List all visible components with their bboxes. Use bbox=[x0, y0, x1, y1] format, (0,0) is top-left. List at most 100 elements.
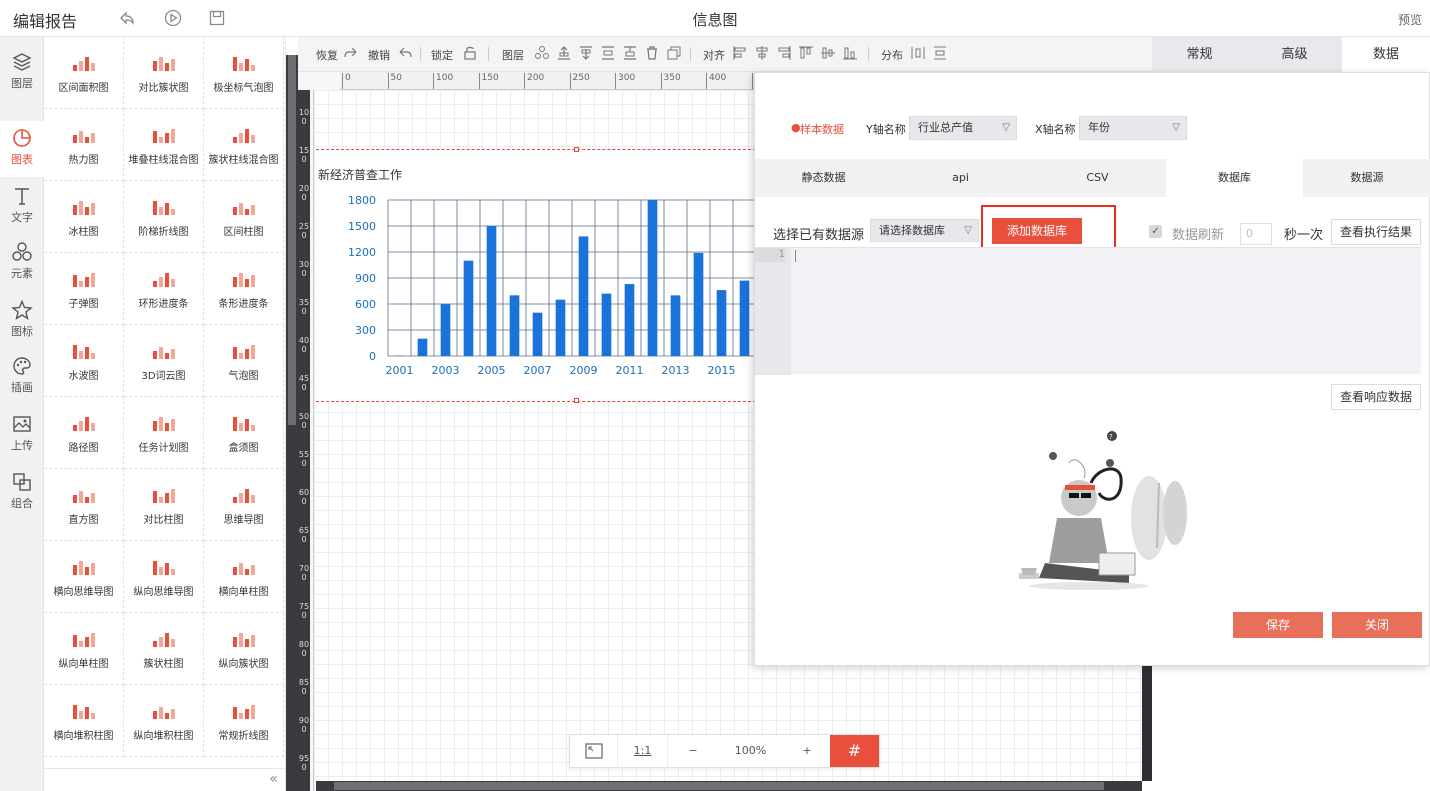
view-response-button[interactable]: 查看响应数据 bbox=[1331, 384, 1421, 410]
chart-type-item[interactable]: 对比柱图 bbox=[124, 469, 204, 541]
tab-database[interactable]: 数据库 bbox=[1166, 159, 1303, 197]
preview-button[interactable]: 预览 bbox=[1398, 11, 1422, 28]
collapse-icon[interactable]: « bbox=[269, 771, 278, 787]
bar[interactable] bbox=[624, 284, 635, 356]
bar[interactable] bbox=[578, 236, 589, 356]
chart-type-item[interactable]: 纵向思维导图 bbox=[124, 541, 204, 613]
bar[interactable] bbox=[532, 312, 543, 356]
chart-type-item[interactable]: 环形进度条 bbox=[124, 253, 204, 325]
chart-type-item[interactable]: 阶梯折线图 bbox=[124, 181, 204, 253]
align-top-icon[interactable] bbox=[798, 45, 814, 61]
sample-data-link[interactable]: 样本数据 bbox=[800, 121, 844, 137]
chart-type-item[interactable]: 横向思维导图 bbox=[44, 541, 124, 613]
align-right-icon[interactable] bbox=[776, 45, 792, 61]
collapse-bar[interactable]: « bbox=[44, 768, 285, 791]
bring-top-icon[interactable] bbox=[556, 45, 572, 61]
nav-layers[interactable]: 图层 bbox=[0, 45, 44, 101]
copy-icon[interactable] bbox=[666, 45, 682, 61]
undo-label[interactable]: 撤销 bbox=[368, 47, 390, 63]
align-middle-icon[interactable] bbox=[820, 45, 836, 61]
chart-type-item[interactable]: 直方图 bbox=[44, 469, 124, 541]
chart-type-item[interactable]: 簇状柱线混合图 bbox=[204, 109, 284, 181]
bar[interactable] bbox=[417, 338, 428, 356]
distribute-h-icon[interactable] bbox=[910, 45, 926, 61]
gallery-scrollbar[interactable] bbox=[286, 55, 298, 791]
chart-type-item[interactable]: 思维导图 bbox=[204, 469, 284, 541]
nav-charts[interactable]: 图表 bbox=[0, 121, 44, 177]
bar[interactable] bbox=[440, 304, 451, 356]
nav-elements[interactable]: 元素 bbox=[0, 235, 44, 291]
chart-type-item[interactable]: 纵向堆积柱图 bbox=[124, 685, 204, 757]
redo-icon[interactable] bbox=[343, 45, 359, 61]
chart-type-item[interactable]: 气泡图 bbox=[204, 325, 284, 397]
grid-toggle-button[interactable]: # bbox=[830, 735, 879, 767]
chart-type-item[interactable]: 条形进度条 bbox=[204, 253, 284, 325]
bar[interactable] bbox=[739, 280, 750, 356]
redo-label[interactable]: 恢复 bbox=[316, 47, 338, 63]
tab-api[interactable]: api bbox=[892, 159, 1029, 197]
chart-type-item[interactable]: 热力图 bbox=[44, 109, 124, 181]
nav-upload[interactable]: 上传 bbox=[0, 407, 44, 463]
chart-type-item[interactable]: 纵向簇状图 bbox=[204, 613, 284, 685]
undo-icon[interactable] bbox=[397, 45, 413, 61]
bar[interactable] bbox=[716, 290, 727, 356]
chart-type-item[interactable]: 区间柱图 bbox=[204, 181, 284, 253]
tab-advanced[interactable]: 高级 bbox=[1247, 37, 1342, 72]
close-button[interactable]: 关闭 bbox=[1332, 612, 1422, 638]
database-select[interactable]: 请选择数据库 ▽ bbox=[870, 219, 979, 242]
sql-editor[interactable]: 1 bbox=[755, 247, 1421, 375]
send-bottom-icon[interactable] bbox=[578, 45, 594, 61]
zoom-in-button[interactable]: + bbox=[783, 735, 831, 767]
horizontal-scrollbar[interactable] bbox=[316, 781, 1142, 791]
distribute-v-icon[interactable] bbox=[932, 45, 948, 61]
bar[interactable] bbox=[509, 295, 520, 356]
nav-text[interactable]: 文字 bbox=[0, 179, 44, 235]
nav-illustration[interactable]: 插画 bbox=[0, 349, 44, 405]
scroll-thumb[interactable] bbox=[334, 782, 1104, 790]
align-bottom-icon[interactable] bbox=[842, 45, 858, 61]
tab-data[interactable]: 数据 bbox=[1342, 37, 1430, 72]
add-database-button[interactable]: 添加数据库 bbox=[992, 218, 1082, 244]
refresh-interval-input[interactable]: 0 bbox=[1240, 223, 1272, 245]
chart-type-item[interactable]: 水波图 bbox=[44, 325, 124, 397]
actual-size-button[interactable]: 1:1 bbox=[618, 735, 668, 767]
resize-handle[interactable] bbox=[574, 398, 579, 403]
chart-type-item[interactable]: 横向单柱图 bbox=[204, 541, 284, 613]
chart-type-item[interactable]: 对比簇状图 bbox=[124, 37, 204, 109]
bar[interactable] bbox=[463, 260, 474, 356]
tab-datasource[interactable]: 数据源 bbox=[1303, 159, 1430, 197]
chart-type-item[interactable]: 极坐标气泡图 bbox=[204, 37, 284, 109]
save-button[interactable]: 保存 bbox=[1233, 612, 1323, 638]
bar[interactable] bbox=[555, 299, 566, 356]
move-down-icon[interactable] bbox=[622, 45, 638, 61]
chart-type-item[interactable]: 冰柱图 bbox=[44, 181, 124, 253]
chart-type-item[interactable]: 盒须图 bbox=[204, 397, 284, 469]
chart-type-item[interactable]: 横向堆积柱图 bbox=[44, 685, 124, 757]
bar[interactable] bbox=[647, 200, 658, 356]
chart-type-item[interactable]: 任务计划图 bbox=[124, 397, 204, 469]
bar[interactable] bbox=[486, 226, 497, 356]
nav-group[interactable]: 组合 bbox=[0, 465, 44, 521]
chart-type-item[interactable]: 常规折线图 bbox=[204, 685, 284, 757]
tab-static-data[interactable]: 静态数据 bbox=[755, 159, 892, 197]
tab-general[interactable]: 常规 bbox=[1152, 37, 1247, 72]
bar[interactable] bbox=[670, 295, 681, 356]
lock-label[interactable]: 锁定 bbox=[431, 47, 453, 63]
view-result-button[interactable]: 查看执行结果 bbox=[1331, 219, 1421, 245]
chart-type-item[interactable]: 纵向单柱图 bbox=[44, 613, 124, 685]
chart-type-item[interactable]: 堆叠柱线混合图 bbox=[124, 109, 204, 181]
lock-icon[interactable] bbox=[462, 45, 478, 61]
chart-type-item[interactable]: 子弹图 bbox=[44, 253, 124, 325]
refresh-checkbox[interactable]: ✓ bbox=[1149, 225, 1162, 238]
chart-type-item[interactable]: 簇状柱图 bbox=[124, 613, 204, 685]
tab-csv[interactable]: CSV bbox=[1029, 159, 1166, 197]
fit-screen-button[interactable] bbox=[570, 735, 618, 767]
move-up-icon[interactable] bbox=[600, 45, 616, 61]
chart-type-item[interactable]: 3D词云图 bbox=[124, 325, 204, 397]
scroll-thumb[interactable] bbox=[288, 55, 296, 425]
align-left-icon[interactable] bbox=[732, 45, 748, 61]
layer-group-icon[interactable] bbox=[534, 45, 550, 61]
delete-icon[interactable] bbox=[644, 45, 660, 61]
bar[interactable] bbox=[693, 252, 704, 356]
chart-type-item[interactable]: 区间面积图 bbox=[44, 37, 124, 109]
